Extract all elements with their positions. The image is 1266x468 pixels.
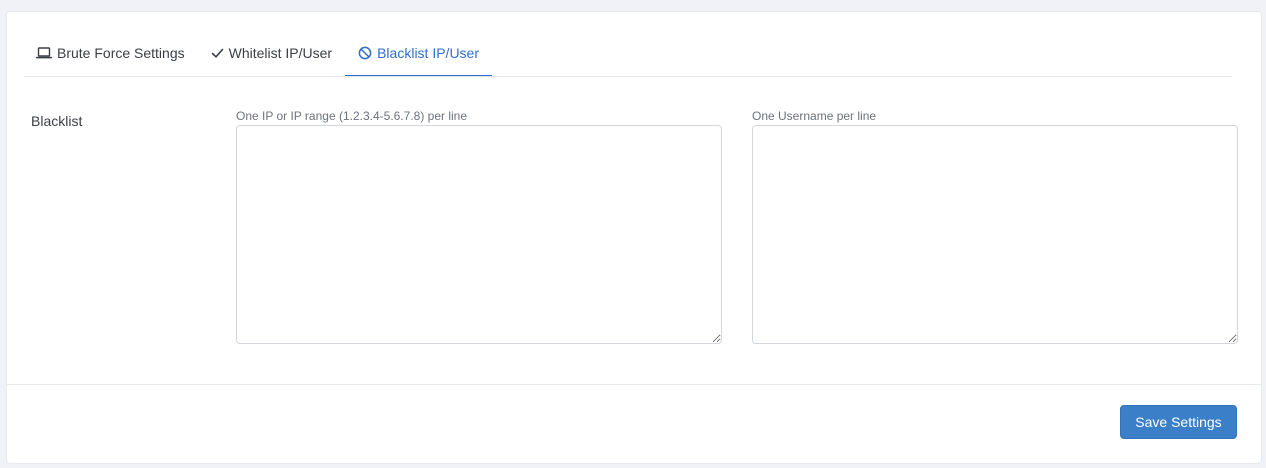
username-blacklist-field: One Username per line xyxy=(752,108,1238,344)
save-settings-button[interactable]: Save Settings xyxy=(1120,405,1237,439)
ip-blacklist-textarea[interactable] xyxy=(236,125,722,344)
laptop-icon xyxy=(36,46,52,60)
tab-bar: Brute Force Settings Whitelist IP/User B… xyxy=(24,31,1232,77)
tab-label: Brute Force Settings xyxy=(57,45,185,61)
blacklist-label: Blacklist xyxy=(31,113,83,129)
tab-brute-force-settings[interactable]: Brute Force Settings xyxy=(24,31,198,75)
ip-blacklist-hint: One IP or IP range (1.2.3.4-5.6.7.8) per… xyxy=(236,109,468,123)
tab-label: Whitelist IP/User xyxy=(228,45,333,61)
tab-whitelist-ip-user[interactable]: Whitelist IP/User xyxy=(198,31,345,75)
ban-icon xyxy=(358,46,372,60)
footer-divider xyxy=(6,384,1262,385)
ip-blacklist-field: One IP or IP range (1.2.3.4-5.6.7.8) per… xyxy=(236,108,722,344)
tab-blacklist-ip-user[interactable]: Blacklist IP/User xyxy=(345,31,493,76)
username-blacklist-hint: One Username per line xyxy=(752,109,877,123)
check-icon xyxy=(211,47,224,59)
tab-label: Blacklist IP/User xyxy=(377,45,480,61)
username-blacklist-textarea[interactable] xyxy=(752,125,1238,344)
